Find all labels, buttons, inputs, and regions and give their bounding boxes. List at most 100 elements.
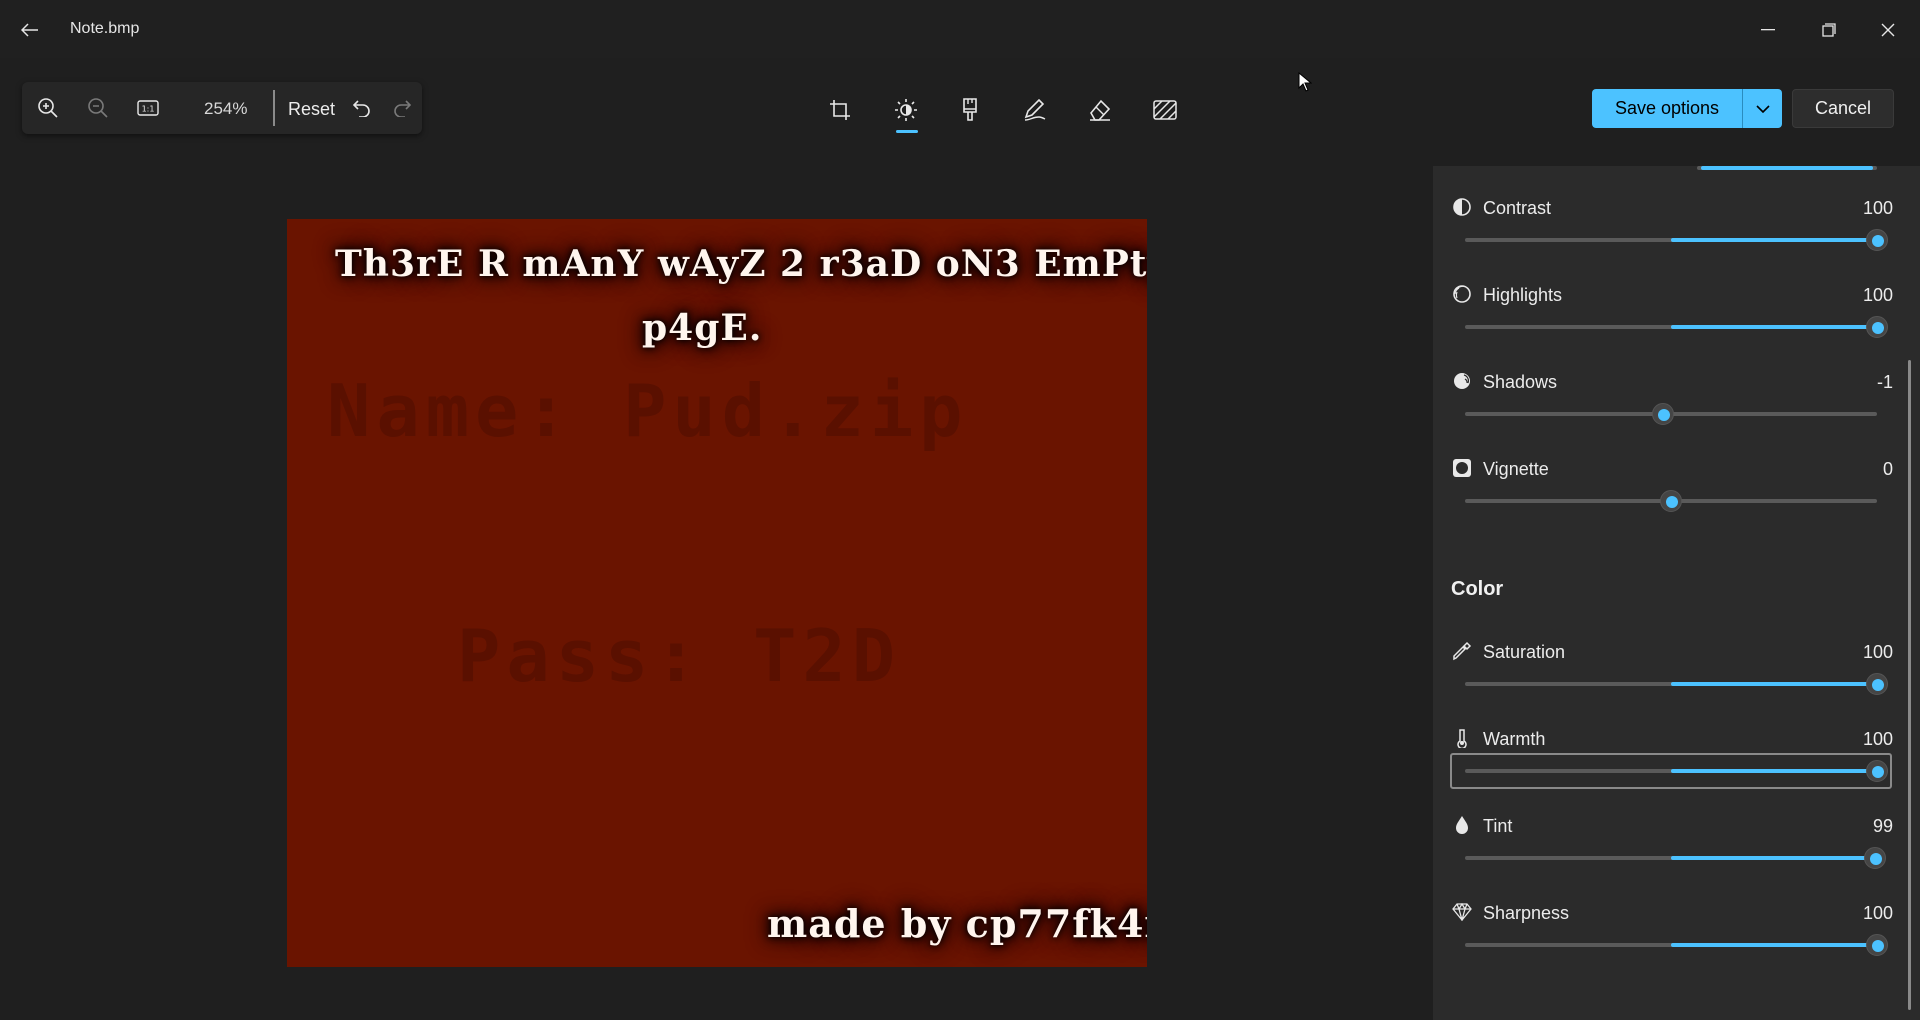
redo-icon <box>394 100 411 117</box>
highlights-slider[interactable] <box>1465 316 1888 338</box>
image-canvas[interactable]: Name: Pud.zip Pass: T2D Th3rE R mAnY wAy… <box>287 219 1147 967</box>
adjustment-tint: Tint 99 <box>1433 814 1893 894</box>
minimize-icon <box>1761 29 1775 31</box>
zoom-in-icon <box>38 98 58 118</box>
save-options-button[interactable]: Save options <box>1592 89 1782 128</box>
adjustment-value: 100 <box>1862 285 1893 305</box>
warmth-slider[interactable] <box>1465 760 1888 782</box>
paint-brush-icon <box>963 98 977 121</box>
slider-fill <box>1671 856 1875 860</box>
title-bar: Note.bmp <box>0 0 1920 58</box>
vignette-icon <box>1451 457 1473 479</box>
undo-icon <box>353 100 370 117</box>
slider-thumb[interactable] <box>1863 847 1886 869</box>
slider-thumb[interactable] <box>1866 934 1888 956</box>
droplet-icon <box>1451 814 1473 836</box>
brightness-icon <box>895 99 917 121</box>
slider-thumb[interactable] <box>1866 673 1888 695</box>
pen-icon <box>1024 98 1046 121</box>
close-icon <box>1881 23 1895 37</box>
markup-tool-button[interactable] <box>1013 88 1057 132</box>
shadows-slider[interactable] <box>1465 403 1877 425</box>
adjustment-saturation: Saturation 100 <box>1433 640 1893 720</box>
adjustment-contrast: Contrast 100 <box>1433 196 1893 276</box>
adjustment-label: Contrast <box>1483 198 1552 218</box>
slider-fill <box>1701 166 1873 170</box>
adjustment-shadows: Shadows -1 <box>1433 370 1893 450</box>
close-button[interactable] <box>1865 10 1911 50</box>
mouse-cursor-icon <box>1298 72 1312 92</box>
minimize-button[interactable] <box>1745 10 1791 50</box>
contrast-icon <box>1451 196 1473 218</box>
zoom-out-button[interactable] <box>78 90 118 126</box>
eyedropper-icon <box>1451 640 1473 662</box>
adjustment-value: 0 <box>1882 459 1893 479</box>
zoom-out-icon <box>88 98 108 118</box>
active-tool-indicator <box>896 130 918 133</box>
slider-fill <box>1671 943 1877 947</box>
adjustment-sharpness: Sharpness 100 <box>1433 901 1893 981</box>
adjustment-label: Tint <box>1483 816 1513 836</box>
tint-slider[interactable] <box>1465 847 1886 869</box>
adjustment-label: Highlights <box>1483 285 1563 305</box>
slider-thumb[interactable] <box>1866 316 1888 338</box>
diamond-icon <box>1451 901 1473 923</box>
zoom-level[interactable]: 254% <box>204 99 247 119</box>
adjustment-value: 100 <box>1862 903 1893 923</box>
crop-icon <box>830 100 850 120</box>
adjustment-value: 100 <box>1862 198 1893 218</box>
adjustment-value: 100 <box>1862 729 1893 749</box>
redo-button[interactable] <box>384 90 420 126</box>
toolbar-divider <box>273 90 275 126</box>
filter-tool-button[interactable] <box>948 88 992 132</box>
image-text-line1: Th3rE R mAnY wAyZ 2 r3aD oN3 EmPty <box>335 243 1147 285</box>
crop-tool-button[interactable] <box>818 88 862 132</box>
zoom-in-button[interactable] <box>28 90 68 126</box>
zoom-toolbar: 1:1 254% Reset <box>22 82 422 134</box>
slider-thumb[interactable] <box>1866 229 1888 251</box>
svg-text:1:1: 1:1 <box>142 105 155 114</box>
erase-tool-button[interactable] <box>1078 88 1122 132</box>
saturation-slider[interactable] <box>1465 673 1888 695</box>
cancel-button[interactable]: Cancel <box>1792 89 1894 128</box>
adjustment-label: Saturation <box>1483 642 1566 662</box>
undo-button[interactable] <box>344 90 380 126</box>
actual-size-icon: 1:1 <box>137 100 159 116</box>
window-title: Note.bmp <box>70 20 140 37</box>
eraser-icon <box>1090 99 1111 121</box>
slider-thumb[interactable] <box>1651 403 1674 425</box>
adjustment-label: Warmth <box>1483 729 1546 749</box>
slider-fill <box>1671 325 1877 329</box>
save-options-label[interactable]: Save options <box>1592 89 1742 128</box>
background-tool-button[interactable] <box>1143 88 1187 132</box>
color-section-title: Color <box>1451 578 1504 600</box>
adjustment-warmth: Warmth 100 <box>1433 727 1893 807</box>
slider-thumb[interactable] <box>1866 760 1888 782</box>
adjustment-tool-button[interactable] <box>884 88 928 132</box>
panel-scrollbar[interactable] <box>1908 360 1911 1010</box>
back-button[interactable] <box>10 12 50 48</box>
contrast-slider[interactable] <box>1465 229 1888 251</box>
image-hidden-name-text: Name: Pud.zip <box>327 369 969 453</box>
back-arrow-icon <box>21 23 38 37</box>
save-dropdown-button[interactable] <box>1743 89 1782 128</box>
reset-button[interactable]: Reset <box>288 99 335 120</box>
restore-icon <box>1822 23 1836 37</box>
adjustment-highlights: Highlights 100 <box>1433 283 1893 363</box>
chevron-down-icon <box>1755 104 1770 113</box>
image-text-line2: p4gE. <box>642 307 763 349</box>
actual-size-button[interactable]: 1:1 <box>128 90 168 126</box>
adjustment-panel: Contrast 100 Highlights 100 Shadows -1 Vignett… <box>1433 166 1920 1020</box>
restore-button[interactable] <box>1806 10 1852 50</box>
shadows-icon <box>1451 370 1473 392</box>
adjustment-vignette: Vignette 0 <box>1433 457 1893 537</box>
brightness-slider-partial[interactable] <box>1697 166 1877 170</box>
slider-fill <box>1671 769 1877 773</box>
sharpness-slider[interactable] <box>1465 934 1888 956</box>
adjustment-label: Vignette <box>1483 459 1549 479</box>
vignette-slider[interactable] <box>1465 490 1877 512</box>
slider-fill <box>1671 238 1877 242</box>
slider-thumb[interactable] <box>1660 490 1682 512</box>
highlights-icon <box>1451 283 1473 305</box>
image-credit-text: made by cp77fk4r. <box>767 901 1147 946</box>
